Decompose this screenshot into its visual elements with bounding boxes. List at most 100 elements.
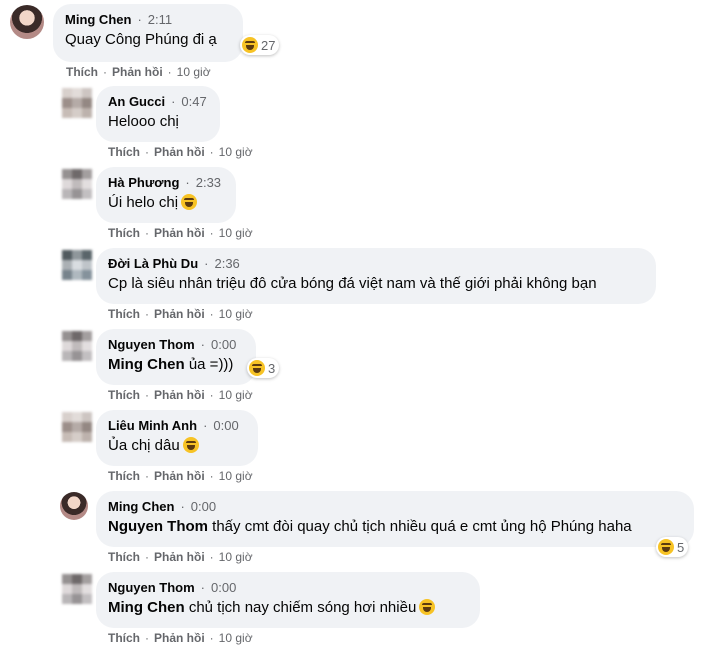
comment-bubble: An Gucci · 0:47 Helooo chị: [96, 86, 220, 142]
timestamp: 0:00: [190, 499, 217, 514]
separator-dot: ·: [137, 12, 142, 27]
reply-link[interactable]: Phản hồi: [154, 226, 205, 240]
separator-dot: ·: [209, 307, 214, 321]
reply-link[interactable]: Phản hồi: [154, 469, 205, 483]
comment-age[interactable]: 10 giờ: [219, 469, 253, 483]
comment-actions: Thích · Phản hồi · 10 giờ: [108, 549, 253, 565]
reaction-badge[interactable]: 27: [240, 35, 280, 55]
author-name[interactable]: Liêu Minh Anh: [108, 418, 197, 433]
comment-text: Ủa chị dâu: [108, 436, 246, 456]
comment-actions: Thích · Phản hồi · 10 giờ: [108, 144, 253, 160]
separator-dot: ·: [209, 631, 214, 645]
comment-age[interactable]: 10 giờ: [219, 550, 253, 564]
separator-dot: ·: [185, 175, 190, 190]
separator-dot: ·: [209, 388, 214, 402]
separator-dot: ·: [145, 550, 149, 564]
avatar[interactable]: [62, 331, 92, 361]
avatar[interactable]: [62, 88, 92, 118]
avatar[interactable]: [62, 250, 92, 280]
comment-text: Cp là siêu nhân triệu đô cửa bóng đá việ…: [108, 275, 597, 292]
separator-dot: ·: [209, 226, 214, 240]
separator-dot: ·: [209, 550, 214, 564]
author-name[interactable]: Đời Là Phù Du: [108, 256, 198, 271]
reaction-count: 5: [677, 539, 685, 555]
timestamp: 2:33: [195, 175, 222, 190]
comment-actions: Thích · Phản hồi · 10 giờ: [108, 306, 253, 322]
separator-dot: ·: [167, 65, 172, 79]
comment-bubble: Ming Chen · 2:11 Quay Công Phúng đi ạ: [53, 4, 243, 62]
reaction-badge[interactable]: 3: [247, 358, 280, 378]
reply-link[interactable]: Phản hồi: [154, 550, 205, 564]
comment-bubble: Đời Là Phù Du · 2:36 Cp là siêu nhân triệu…: [96, 248, 656, 304]
reaction-badge[interactable]: 5: [656, 537, 689, 557]
author-name[interactable]: Hà Phương: [108, 175, 179, 190]
comment-text: Quay Công Phúng đi ạ: [65, 31, 217, 48]
like-link[interactable]: Thích: [108, 226, 140, 240]
laughing-emoji-icon: [242, 37, 258, 53]
separator-dot: ·: [145, 388, 149, 402]
reply-link[interactable]: Phản hồi: [154, 388, 205, 402]
timestamp: 0:47: [181, 94, 207, 109]
like-link[interactable]: Thích: [108, 145, 140, 159]
timestamp: 2:11: [147, 12, 173, 27]
comment-age[interactable]: 10 giờ: [219, 631, 253, 645]
comment-text: Ming Chen chủ tịch nay chiếm sóng hơi nh…: [108, 598, 468, 618]
reply-link[interactable]: Phản hồi: [112, 65, 163, 79]
separator-dot: ·: [200, 337, 206, 352]
comment-age[interactable]: 10 giờ: [177, 65, 211, 79]
like-link[interactable]: Thích: [108, 631, 140, 645]
like-link[interactable]: Thích: [66, 65, 98, 79]
comment-text: Ming Chen ủa =))): [108, 356, 234, 373]
comment-age[interactable]: 10 giờ: [219, 226, 253, 240]
laughing-emoji-icon: [249, 360, 265, 376]
timestamp: 0:00: [211, 337, 237, 352]
avatar[interactable]: [62, 169, 92, 199]
comment-age[interactable]: 10 giờ: [219, 307, 253, 321]
rofl-emoji-icon: [419, 599, 436, 615]
comment-bubble: Ming Chen · 0:00 Nguyen Thom thấy cmt đòi …: [96, 491, 694, 547]
separator-dot: ·: [204, 256, 209, 271]
separator-dot: ·: [209, 145, 214, 159]
timestamp: 0:00: [211, 580, 237, 595]
comment-bubble: Hà Phương · 2:33 Úi helo chị: [96, 167, 236, 223]
author-name[interactable]: Nguyen Thom: [108, 580, 195, 595]
rofl-emoji-icon: [181, 194, 198, 210]
separator-dot: ·: [145, 469, 149, 483]
separator-dot: ·: [145, 145, 149, 159]
separator-dot: ·: [103, 65, 107, 79]
mention-link[interactable]: Ming Chen: [108, 356, 185, 373]
comment-bubble: Liêu Minh Anh · 0:00 Ủa chị dâu: [96, 410, 258, 466]
like-link[interactable]: Thích: [108, 469, 140, 483]
like-link[interactable]: Thích: [108, 550, 140, 564]
author-name[interactable]: An Gucci: [108, 94, 165, 109]
like-link[interactable]: Thích: [108, 388, 140, 402]
avatar[interactable]: [60, 492, 88, 520]
avatar[interactable]: [62, 412, 92, 442]
comment-text: Nguyen Thom thấy cmt đòi quay chủ tịch n…: [108, 518, 632, 535]
author-name[interactable]: Nguyen Thom: [108, 337, 195, 352]
comment-age[interactable]: 10 giờ: [219, 145, 253, 159]
comment-age[interactable]: 10 giờ: [219, 388, 253, 402]
comment-text: Úi helo chị: [108, 193, 224, 213]
reply-link[interactable]: Phản hồi: [154, 631, 205, 645]
avatar[interactable]: [62, 574, 92, 604]
comment-actions: Thích · Phản hồi · 10 giờ: [108, 468, 253, 484]
laughing-emoji-icon: [182, 437, 199, 453]
reply-link[interactable]: Phản hồi: [154, 145, 205, 159]
comment-text: Helooo chị: [108, 113, 179, 130]
reaction-count: 3: [268, 360, 276, 376]
author-name[interactable]: Ming Chen: [108, 499, 174, 514]
comment-bubble: Nguyen Thom · 0:00 Ming Chen ủa =))): [96, 329, 256, 385]
mention-link[interactable]: Nguyen Thom: [108, 518, 208, 535]
separator-dot: ·: [145, 226, 149, 240]
author-name[interactable]: Ming Chen: [65, 12, 131, 27]
separator-dot: ·: [209, 469, 214, 483]
like-link[interactable]: Thích: [108, 307, 140, 321]
comment-actions: Thích · Phản hồi · 10 giờ: [108, 225, 253, 241]
avatar[interactable]: [10, 5, 44, 39]
comment-actions: Thích · Phản hồi · 10 giờ: [108, 387, 253, 403]
reply-link[interactable]: Phản hồi: [154, 307, 205, 321]
laughing-emoji-icon: [658, 539, 674, 555]
timestamp: 0:00: [213, 418, 239, 433]
mention-link[interactable]: Ming Chen: [108, 599, 185, 616]
